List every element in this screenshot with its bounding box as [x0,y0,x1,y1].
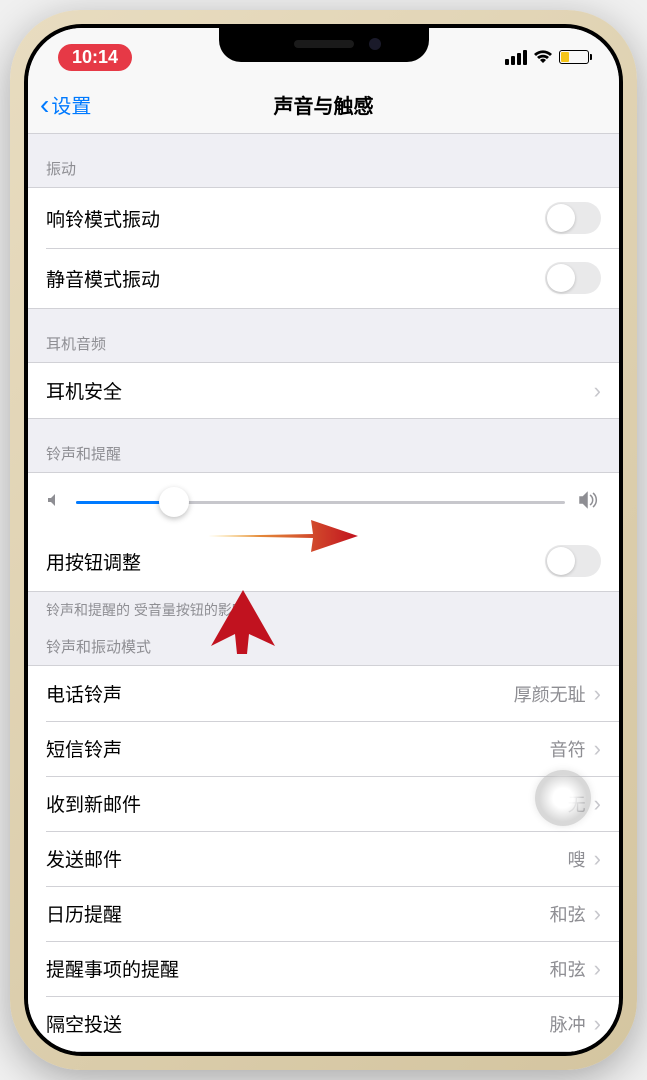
row-label: 耳机安全 [46,377,122,404]
back-label: 设置 [51,90,91,119]
row-reminder-alert[interactable]: 提醒事项的提醒 和弦 › [28,941,619,996]
slider-track[interactable] [76,501,565,504]
chevron-right-icon: › [594,846,601,872]
status-time-recording[interactable]: 10:14 [58,44,132,71]
row-label: 电话铃声 [46,680,122,707]
row-label: 静音模式振动 [46,265,160,292]
section-header-headphone: 耳机音频 [28,309,619,362]
row-ring-vibrate[interactable]: 响铃模式振动 [28,188,619,248]
volume-low-icon [46,492,62,513]
row-value: 和弦 [550,956,586,982]
nav-bar: ‹ 设置 声音与触感 [28,76,619,134]
assistive-touch-button[interactable] [535,770,591,826]
notch [219,28,429,62]
row-ringtone[interactable]: 电话铃声 厚颜无耻 › [28,666,619,721]
chevron-left-icon: ‹ [40,91,49,119]
row-label: 短信铃声 [46,735,122,762]
cellular-signal-icon [505,50,527,65]
row-label: 发送邮件 [46,845,122,872]
row-label: 隔空投送 [46,1010,122,1037]
row-button-adjust[interactable]: 用按钮调整 [28,531,619,591]
section-footer-ringer: 铃声和提醒的 受音量按钮的影响。 [28,592,619,624]
row-value: 嗖 [568,846,586,872]
switch-ring-vibrate[interactable] [545,202,601,234]
row-volume-slider[interactable] [28,473,619,531]
row-text-tone[interactable]: 短信铃声 音符 › [28,721,619,776]
row-label: 收到新邮件 [46,790,141,817]
row-label: 响铃模式振动 [46,205,160,232]
section-header-ringer: 铃声和提醒 [28,419,619,472]
chevron-right-icon: › [594,791,601,817]
row-value: 脉冲 [550,1011,586,1037]
chevron-right-icon: › [594,956,601,982]
back-button[interactable]: ‹ 设置 [40,90,91,119]
row-headphone-safety[interactable]: 耳机安全 › [28,363,619,418]
row-label: 提醒事项的提醒 [46,955,179,982]
row-calendar-alert[interactable]: 日历提醒 和弦 › [28,886,619,941]
row-airdrop[interactable]: 隔空投送 脉冲 › [28,996,619,1051]
row-label: 日历提醒 [46,900,122,927]
row-new-mail[interactable]: 收到新邮件 无 › [28,776,619,831]
row-value: 和弦 [550,901,586,927]
section-header-vibration: 振动 [28,134,619,187]
row-sent-mail[interactable]: 发送邮件 嗖 › [28,831,619,886]
phone-frame: 10:14 ‹ 设置 [10,10,637,1070]
row-value: 厚颜无耻 [514,681,586,707]
chevron-right-icon: › [594,901,601,927]
switch-button-adjust[interactable] [545,545,601,577]
chevron-right-icon: › [594,736,601,762]
slider-thumb[interactable] [159,487,189,517]
row-label: 用按钮调整 [46,548,141,575]
section-header-sounds: 铃声和振动模式 [28,624,619,665]
page-title: 声音与触感 [274,90,374,119]
chevron-right-icon: › [594,681,601,707]
switch-silent-vibrate[interactable] [545,262,601,294]
row-silent-vibrate[interactable]: 静音模式振动 [28,248,619,308]
chevron-right-icon: › [594,1011,601,1037]
battery-icon [559,50,589,64]
screen: 10:14 ‹ 设置 [28,28,619,1052]
chevron-right-icon: › [594,378,601,404]
wifi-icon [533,50,553,64]
settings-content[interactable]: 振动 响铃模式振动 静音模式振动 耳机音频 耳机安全 [28,134,619,1052]
volume-high-icon [579,491,601,514]
row-value: 音符 [550,736,586,762]
